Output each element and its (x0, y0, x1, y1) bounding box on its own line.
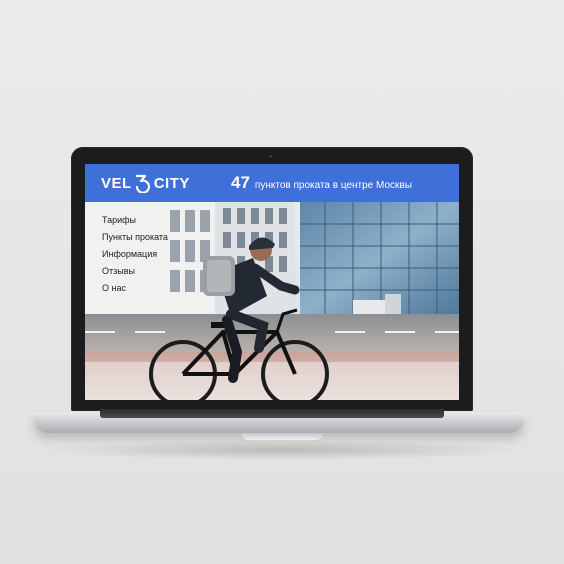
menu-item-about[interactable]: О нас (102, 280, 168, 297)
logo-text-right: CITY (153, 174, 190, 192)
site-header: VEL CITY 47 пунктов проката в центре Мос… (85, 164, 459, 202)
webcam (268, 154, 273, 159)
laptop-shadow (40, 440, 524, 460)
menu-item-information[interactable]: Информация (102, 246, 168, 263)
laptop-lid: VEL CITY 47 пунктов проката в центре Мос… (71, 147, 473, 411)
menu-item-rental-points[interactable]: Пункты проката (102, 229, 168, 246)
headline: 47 пунктов проката в центре Москвы (231, 173, 412, 195)
laptop-hinge (100, 409, 444, 418)
laptop-mockup: VEL CITY 47 пунктов проката в центре Мос… (0, 0, 564, 564)
headline-text: пунктов проката в центре Москвы (254, 180, 412, 191)
menu-item-reviews[interactable]: Отзывы (102, 263, 168, 280)
logo-text-left: VEL (101, 174, 132, 192)
website-screen: VEL CITY 47 пунктов проката в центре Мос… (85, 164, 459, 400)
main-menu: Тарифы Пункты проката Информация Отзывы … (102, 212, 168, 297)
bicycle-logo-icon (135, 174, 150, 193)
headline-number: 47 (231, 173, 250, 192)
menu-item-tariffs[interactable]: Тарифы (102, 212, 168, 229)
velocity-logo[interactable]: VEL CITY (101, 173, 190, 193)
laptop-open-notch (242, 433, 322, 440)
